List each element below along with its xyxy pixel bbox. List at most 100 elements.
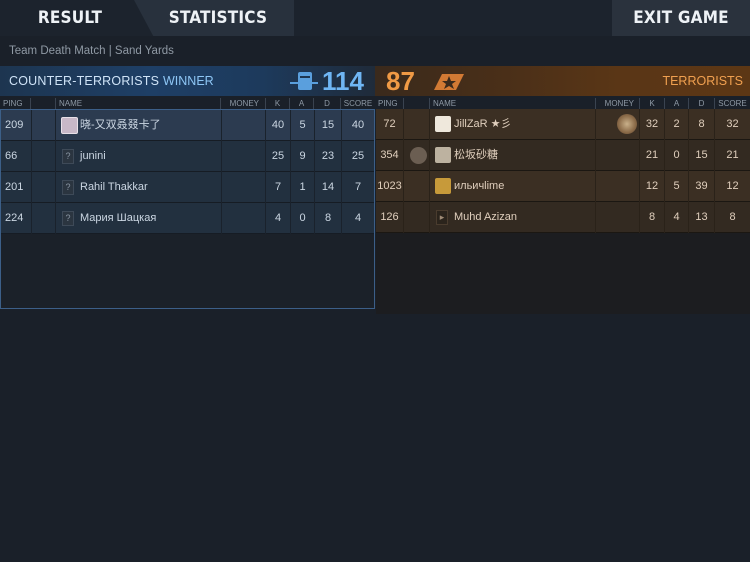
player-kills: 8 (639, 202, 664, 233)
header-money: MONEY (220, 98, 262, 109)
avatar (435, 147, 451, 163)
player-deaths: 14 (314, 172, 341, 203)
table-row[interactable]: 72 JillZaR ★彡 32 2 8 32 (376, 109, 750, 140)
player-name-cell: ? Мария Шацкая (55, 203, 221, 234)
header-name: NAME (429, 98, 595, 109)
header-ping: PING (378, 99, 398, 108)
header-k: K (265, 98, 289, 109)
t-score: 87 (386, 66, 415, 96)
player-deaths: 15 (314, 110, 341, 141)
t-star-icon (434, 74, 464, 90)
tab-result[interactable]: RESULT (0, 0, 140, 36)
player-deaths: 23 (314, 141, 341, 172)
player-ping: 354 (380, 149, 399, 161)
player-score: 12 (714, 171, 750, 202)
player-extra (31, 203, 55, 234)
player-kills: 4 (265, 203, 290, 234)
t-scoreboard: 72 JillZaR ★彡 32 2 8 32 354 松坂砂糖 21 0 15… (376, 109, 750, 314)
t-team-name: TERRORISTS (662, 74, 743, 88)
ct-shield-icon (290, 72, 318, 90)
table-row[interactable]: 224 ? Мария Шацкая 4 0 8 4 (1, 203, 374, 234)
unknown-avatar-icon: ? (62, 180, 74, 195)
player-money (595, 109, 639, 140)
tab-statistics-label: STATISTICS (168, 8, 268, 28)
unknown-avatar-icon: ? (62, 211, 74, 226)
table-row[interactable]: 66 ? junini 25 9 23 25 (1, 141, 374, 172)
player-assists: 4 (664, 202, 688, 233)
player-deaths: 39 (688, 171, 714, 202)
player-extra (403, 171, 429, 202)
player-ping: 1023 (377, 180, 402, 192)
player-score: 40 (341, 110, 374, 141)
player-assists: 0 (664, 140, 688, 171)
player-extra (31, 172, 55, 203)
header-d: D (313, 98, 340, 109)
player-name: 晓-又双叒叕卡了 (80, 119, 161, 131)
header-d: D (688, 98, 714, 109)
ct-scoreboard: 209 晓-又双叒叕卡了 40 5 15 40 66 ? junini 25 9… (0, 109, 375, 309)
header-ping: PING (3, 99, 23, 108)
header-score: SCORE (340, 98, 375, 109)
player-money (221, 172, 265, 203)
player-deaths: 8 (314, 203, 341, 234)
tab-statistics[interactable]: STATISTICS (134, 0, 294, 36)
player-assists: 5 (664, 171, 688, 202)
player-deaths: 13 (688, 202, 714, 233)
table-row[interactable]: 126 ▸ Muhd Azizan 8 4 13 8 (376, 202, 750, 233)
match-subtitle: Team Death Match | Sand Yards (9, 45, 174, 57)
header-score: SCORE (714, 98, 750, 109)
player-name-cell: 松坂砂糖 (429, 140, 595, 171)
header-a: A (664, 98, 688, 109)
avatar (435, 116, 451, 132)
table-row[interactable]: 201 ? Rahil Thakkar 7 1 14 7 (1, 172, 374, 203)
player-name: JillZaR ★彡 (454, 118, 512, 130)
player-name: Muhd Azizan (454, 211, 517, 223)
avatar (435, 178, 451, 194)
player-extra (31, 110, 55, 141)
player-name: ильичlime (454, 180, 505, 192)
player-name: Мария Шацкая (80, 212, 157, 224)
ct-table-header: PING NAME MONEY K A D SCORE (0, 98, 375, 109)
player-ping: 201 (5, 181, 24, 193)
unknown-avatar-icon: ? (62, 149, 74, 164)
player-assists: 0 (290, 203, 314, 234)
player-money (221, 141, 265, 172)
player-deaths: 8 (688, 109, 714, 140)
player-ping: 209 (5, 119, 24, 131)
player-kills: 32 (639, 109, 664, 140)
player-name: Rahil Thakkar (80, 181, 148, 193)
player-kills: 12 (639, 171, 664, 202)
table-row[interactable]: 1023 ильичlime 12 5 39 12 (376, 171, 750, 202)
avatar (61, 117, 78, 134)
player-name-cell: ▸ Muhd Azizan (429, 202, 595, 233)
player-score: 8 (714, 202, 750, 233)
player-assists: 5 (290, 110, 314, 141)
table-row[interactable]: 354 松坂砂糖 21 0 15 21 (376, 140, 750, 171)
header-k: K (639, 98, 664, 109)
player-name-cell: JillZaR ★彡 (429, 109, 637, 140)
header-name: NAME (55, 98, 220, 109)
exit-game-button[interactable]: EXIT GAME (612, 0, 750, 36)
player-name: 松坂砂糖 (454, 149, 498, 161)
header-blank (403, 98, 429, 109)
player-ping: 126 (380, 211, 399, 223)
player-money (221, 203, 265, 234)
player-extra (403, 140, 429, 171)
player-kills: 7 (265, 172, 290, 203)
player-extra (31, 141, 55, 172)
player-kills: 25 (265, 141, 290, 172)
player-extra (403, 202, 429, 233)
header-money: MONEY (595, 98, 637, 109)
ct-team-name: COUNTER-TERRORISTS (9, 74, 160, 88)
player-money (595, 171, 639, 202)
unknown-avatar-icon: ▸ (436, 210, 448, 225)
table-row[interactable]: 209 晓-又双叒叕卡了 40 5 15 40 (1, 110, 374, 141)
player-name-cell: ? Rahil Thakkar (55, 172, 221, 203)
ct-banner: COUNTER-TERRORISTS WINNER (0, 66, 375, 96)
player-name-cell: ? junini (55, 141, 221, 172)
player-name-cell: 晓-又双叒叕卡了 (55, 110, 221, 141)
winner-label: WINNER (163, 74, 214, 88)
player-score: 32 (714, 109, 750, 140)
player-deaths: 15 (688, 140, 714, 171)
ct-score: 114 (322, 66, 364, 96)
